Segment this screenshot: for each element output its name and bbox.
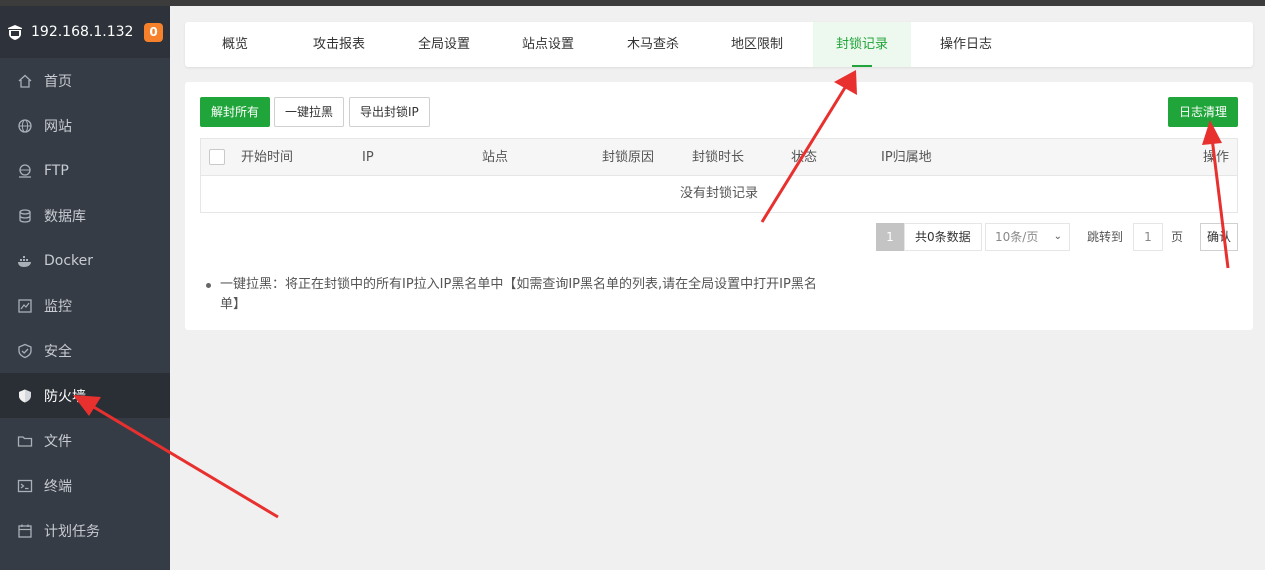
database-icon xyxy=(17,208,33,224)
column-start-time: 开始时间 xyxy=(241,150,294,165)
column-site: 站点 xyxy=(482,150,509,165)
export-blocked-ip-button[interactable]: 导出封锁IP xyxy=(349,97,430,127)
chevron-down-icon: ⌄ xyxy=(1053,231,1062,242)
pager-confirm-button[interactable]: 确认 xyxy=(1200,223,1238,251)
calendar-icon xyxy=(17,523,33,539)
sidebar-item-label: 文件 xyxy=(44,433,72,450)
sidebar-item-label: 首页 xyxy=(44,73,72,90)
unblock-all-button[interactable]: 解封所有 xyxy=(200,97,271,127)
tab-global-settings[interactable]: 全局设置 xyxy=(403,22,485,67)
column-status: 状态 xyxy=(791,150,818,165)
column-block-reason: 封锁原因 xyxy=(602,150,655,165)
pager-total-count: 共0条数据 xyxy=(904,223,982,251)
window-top-bar xyxy=(0,0,1265,6)
sidebar-item-label: Docker xyxy=(44,252,94,269)
pager-jump-input[interactable]: 1 xyxy=(1133,223,1163,251)
tab-operation-log[interactable]: 操作日志 xyxy=(925,22,1007,67)
table-header: 开始时间 IP 站点 封锁原因 封锁时长 状态 IP归属地 操作 xyxy=(201,139,1237,176)
folder-icon xyxy=(17,433,33,449)
sidebar-item-monitor[interactable]: 监控 xyxy=(0,283,170,328)
tab-overview[interactable]: 概览 xyxy=(199,22,271,67)
tab-region-limit[interactable]: 地区限制 xyxy=(716,22,798,67)
ftp-icon xyxy=(17,163,33,179)
column-ip-location: IP归属地 xyxy=(881,150,932,165)
pager-page-size-value: 10条/页 xyxy=(995,230,1039,244)
docker-icon xyxy=(17,253,33,269)
sidebar-item-docker[interactable]: Docker xyxy=(0,238,170,283)
blacklist-all-button[interactable]: 一键拉黑 xyxy=(274,97,345,127)
pager-jump-label: 跳转到 xyxy=(1087,230,1124,244)
sidebar-item-terminal[interactable]: 终端 xyxy=(0,463,170,508)
clear-log-button[interactable]: 日志清理 xyxy=(1168,97,1239,127)
tab-label: 封锁记录 xyxy=(835,37,888,52)
pager-page-size-select[interactable]: 10条/页 ⌄ xyxy=(985,223,1070,251)
sidebar-item-label: 计划任务 xyxy=(44,523,100,540)
tab-bar: 概览 攻击报表 全局设置 站点设置 木马查杀 地区限制 封锁记录 操作日志 xyxy=(185,22,1253,67)
monitor-icon xyxy=(17,298,33,314)
sidebar-item-files[interactable]: 文件 xyxy=(0,418,170,463)
select-all-checkbox[interactable] xyxy=(209,149,225,165)
column-actions: 操作 xyxy=(1202,150,1229,165)
pager-page-label: 页 xyxy=(1171,230,1184,244)
column-block-duration: 封锁时长 xyxy=(692,150,745,165)
panel-logo-icon xyxy=(8,25,22,40)
globe-icon xyxy=(17,118,33,134)
sidebar-item-label: 防火墙 xyxy=(44,388,86,405)
tab-block-records[interactable]: 封锁记录 xyxy=(813,22,911,67)
block-records-table: 开始时间 IP 站点 封锁原因 封锁时长 状态 IP归属地 操作 没有封锁记录 xyxy=(200,138,1238,213)
server-host: 192.168.1.132 xyxy=(31,24,134,40)
firewall-icon xyxy=(17,388,33,404)
sidebar-item-label: FTP xyxy=(44,162,69,179)
shield-check-icon xyxy=(17,343,33,359)
sidebar-item-security[interactable]: 安全 xyxy=(0,328,170,373)
sidebar-item-label: 数据库 xyxy=(44,208,86,225)
tab-attack-report[interactable]: 攻击报表 xyxy=(299,22,379,67)
sidebar-item-label: 安全 xyxy=(44,343,72,360)
sidebar-item-cron[interactable]: 计划任务 xyxy=(0,508,170,553)
sidebar-item-database[interactable]: 数据库 xyxy=(0,193,170,238)
sidebar-item-firewall[interactable]: 防火墙 xyxy=(0,373,170,418)
home-icon xyxy=(17,73,33,89)
terminal-icon xyxy=(17,478,33,494)
sidebar-item-label: 终端 xyxy=(44,478,72,495)
sidebar-item-home[interactable]: 首页 xyxy=(0,58,170,103)
empty-table-message: 没有封锁记录 xyxy=(679,186,758,201)
sidebar: 192.168.1.132 0 首页 网站 FTP 数据库 Docker 监控 … xyxy=(0,6,170,570)
tab-site-settings[interactable]: 站点设置 xyxy=(507,22,589,67)
active-tab-indicator xyxy=(852,65,872,67)
sidebar-item-website[interactable]: 网站 xyxy=(0,103,170,148)
tab-trojan-scan[interactable]: 木马查杀 xyxy=(612,22,694,67)
sidebar-header: 192.168.1.132 0 xyxy=(0,6,170,58)
help-note: 一键拉黑：将正在封锁中的所有IP拉入IP黑名单中【如需查询IP黑名单的列表,请在… xyxy=(206,275,830,315)
column-ip: IP xyxy=(362,150,374,165)
sidebar-item-label: 网站 xyxy=(44,118,72,135)
notification-badge[interactable]: 0 xyxy=(144,22,163,42)
sidebar-item-ftp[interactable]: FTP xyxy=(0,148,170,193)
pager-current-page[interactable]: 1 xyxy=(876,223,904,251)
sidebar-item-label: 监控 xyxy=(44,298,72,315)
